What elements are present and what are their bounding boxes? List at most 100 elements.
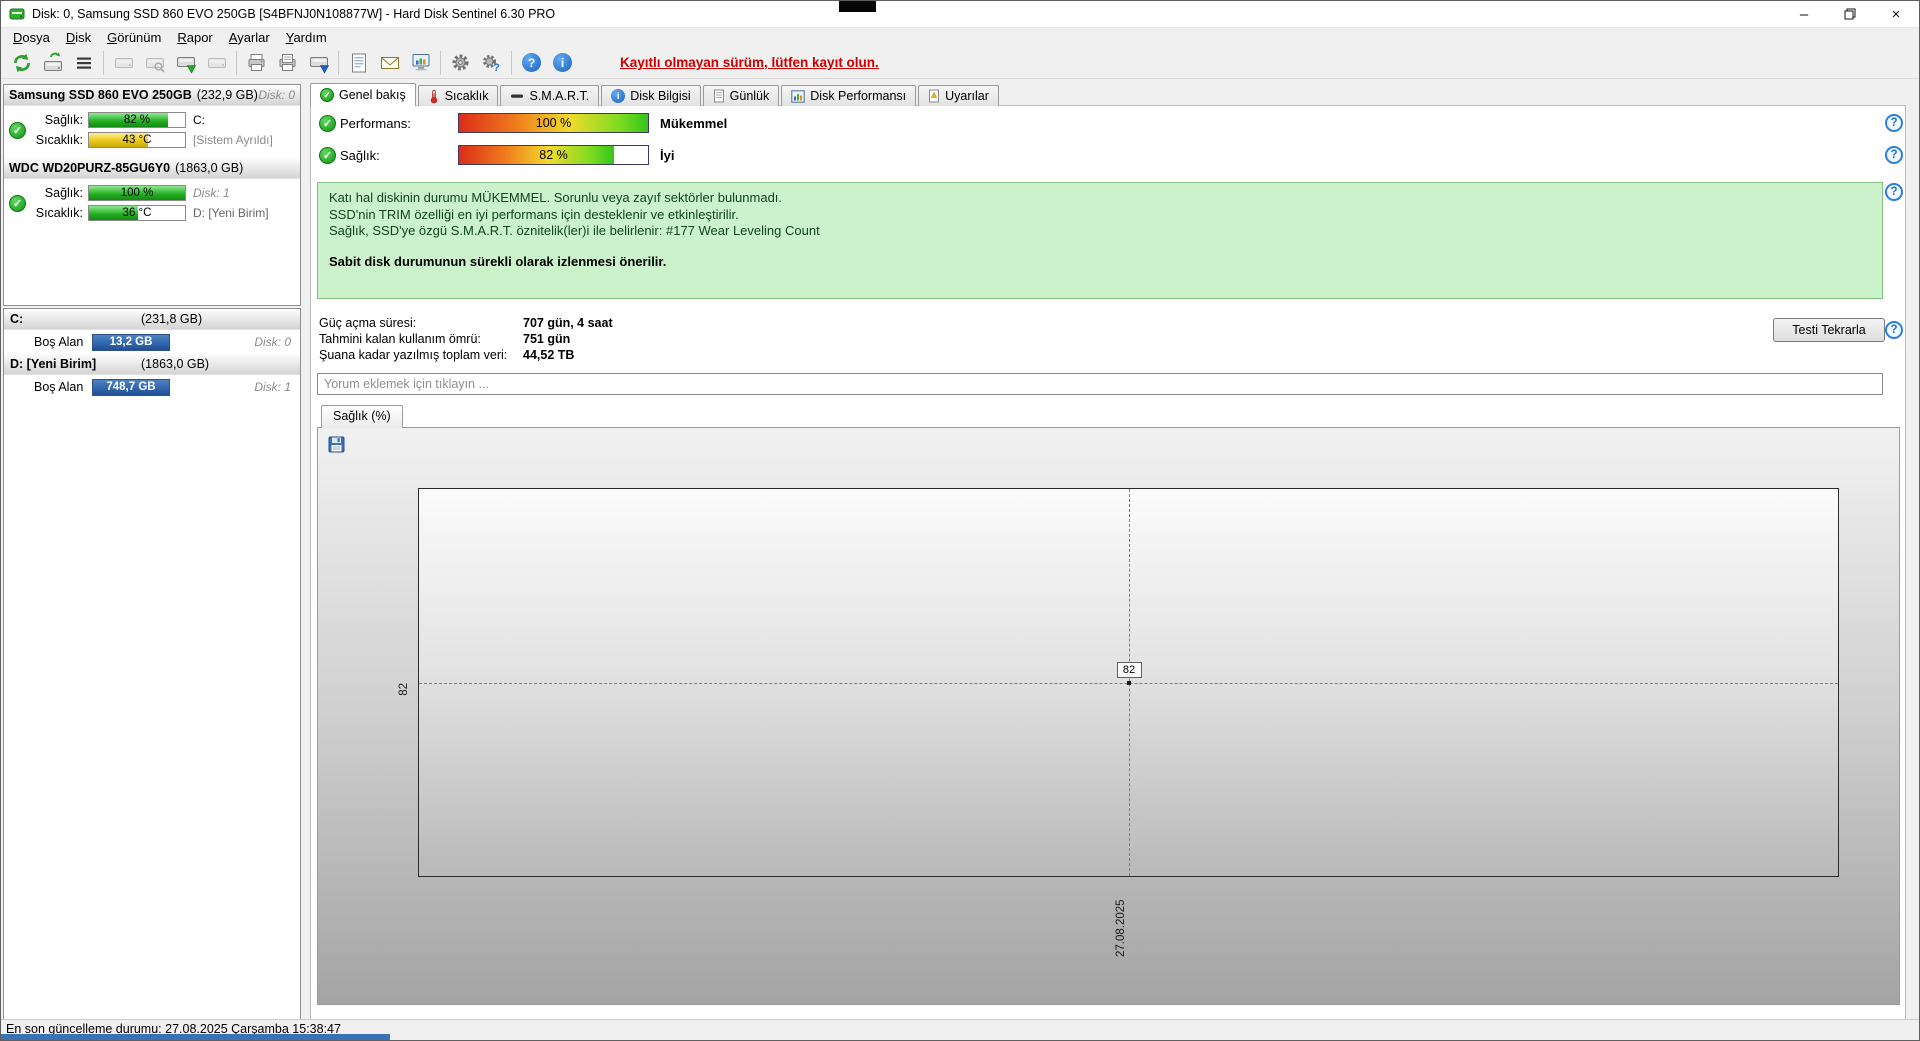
printer-icon[interactable] [241, 49, 272, 77]
drive-arrow-green-icon[interactable] [170, 49, 201, 77]
help-icon[interactable]: ? [1885, 183, 1903, 201]
disk-header[interactable]: WDC WD20PURZ-85GU6Y0 (1863,0 GB) [4, 158, 300, 179]
drive-arrow-blue-icon[interactable] [303, 49, 334, 77]
performance-rating: Mükemmel [660, 115, 728, 131]
minimize-button[interactable]: – [1781, 1, 1827, 27]
menu-gorunum[interactable]: Görünüm [99, 29, 169, 46]
report-icon[interactable] [343, 49, 374, 77]
menu-rapor[interactable]: Rapor [169, 29, 220, 46]
lifetime-stats: Güç açma süresi: 707 gün, 4 saat Tahmini… [319, 315, 613, 363]
health-row: Sağlık: 82 % C: [31, 110, 300, 130]
disk-entry-1[interactable]: WDC WD20PURZ-85GU6Y0 (1863,0 GB) ✓ Sağlı… [4, 158, 300, 231]
help-icon[interactable]: ? [1885, 146, 1903, 164]
register-link[interactable]: Kayıtlı olmayan sürüm, lütfen kayıt olun… [620, 55, 879, 70]
tab-smart[interactable]: S.M.A.R.T. [500, 85, 600, 106]
titlebar[interactable]: Disk: 0, Samsung SSD 860 EVO 250GB [S4BF… [1, 1, 1919, 28]
help-icon[interactable]: ? [516, 49, 547, 77]
partition-entry-0[interactable]: C: (231,8 GB) Boş Alan 13,2 GB Disk: 0 [4, 309, 300, 354]
free-space-label: Boş Alan [34, 335, 84, 349]
drive-icon [108, 49, 139, 77]
health-row: ✓ Sağlık: 82 % İyi [319, 145, 674, 165]
partition-size: (1863,0 GB) [141, 357, 210, 371]
app-window: Disk: 0, Samsung SSD 860 EVO 250GB [S4BF… [0, 0, 1920, 1041]
health-value: 82 % [123, 114, 151, 126]
tab-genel-bakis[interactable]: ✓ Genel bakış [310, 83, 416, 106]
disk-header[interactable]: Samsung SSD 860 EVO 250GB (232,9 GB) Dis… [4, 85, 300, 106]
free-space-row: Boş Alan 748,7 GB Disk: 1 [4, 375, 300, 399]
status-progress-strip [1, 1034, 390, 1040]
x-axis-tick: 27.08.2025 [1115, 899, 1127, 957]
menu-list-icon[interactable] [68, 49, 99, 77]
health-row: Sağlık: 100 % Disk: 1 [31, 183, 300, 203]
partition-header[interactable]: C: (231,8 GB) [4, 309, 300, 330]
tab-label: Sıcaklık [444, 89, 489, 103]
toolbar-separator [103, 50, 104, 75]
tab-label: Günlük [729, 89, 770, 103]
refresh-icon[interactable] [6, 49, 37, 77]
health-rating: İyi [660, 147, 675, 163]
status-ok-icon: ✓ [9, 194, 26, 212]
menu-yardim[interactable]: Yardım [278, 29, 335, 46]
thermometer-icon [430, 89, 437, 103]
tab-uyarilar[interactable]: Uyarılar [918, 85, 999, 106]
performance-chart-icon [791, 89, 805, 103]
health-bar: 82 % [458, 145, 649, 165]
tab-gunluk[interactable]: Günlük [702, 85, 780, 106]
performance-row: ✓ Performans: 100 % Mükemmel [319, 113, 727, 133]
health-history-plot[interactable]: 82 [418, 488, 1839, 877]
free-space-row: Boş Alan 13,2 GB Disk: 0 [4, 330, 300, 354]
y-axis-tick: 82 [398, 682, 410, 696]
temperature-bar: 36 °C [88, 205, 186, 221]
drive-offline-icon [201, 49, 232, 77]
menu-ayarlar[interactable]: Ayarlar [221, 29, 278, 46]
temperature-value: 36 °C [122, 207, 152, 219]
menu-disk[interactable]: Disk [58, 29, 99, 46]
chart-tab-health[interactable]: Sağlık (%) [321, 405, 403, 428]
floppy-save-icon [328, 436, 345, 453]
disk-entry-0[interactable]: Samsung SSD 860 EVO 250GB (232,9 GB) Dis… [4, 85, 300, 158]
free-space-value: 13,2 GB [109, 335, 153, 348]
partition-size: (231,8 GB) [141, 312, 203, 326]
settings-gear-icon[interactable] [445, 49, 476, 77]
disk-id-note: Disk: 1 [193, 186, 230, 200]
toolbar-separator [236, 50, 237, 75]
disk-body: ✓ Sağlık: 82 % C: Sıcaklık: 43 °C [Siste… [4, 106, 300, 158]
disk-size: (1863,0 GB) [175, 161, 244, 175]
temperature-label: Sıcaklık: [35, 133, 83, 147]
free-space-bar: 748,7 GB [92, 378, 170, 396]
help-icon[interactable]: ? [1885, 114, 1903, 132]
free-space-value: 748,7 GB [106, 380, 156, 393]
app-logo-icon [9, 6, 25, 22]
tab-sicaklik[interactable]: Sıcaklık [417, 85, 499, 106]
toolbar: ? ? i Kayıtlı olmayan sürüm, lütfen kayı… [1, 47, 1919, 79]
comment-input[interactable] [317, 373, 1883, 395]
save-chart-button[interactable] [325, 433, 348, 456]
email-icon[interactable] [374, 49, 405, 77]
chart-panel: 82 82 27.08.2025 [317, 427, 1900, 1005]
close-button[interactable]: × [1873, 1, 1919, 27]
help-icon[interactable]: ? [1885, 321, 1903, 339]
menu-dosya[interactable]: Dosya [5, 29, 58, 46]
monitor-icon[interactable] [405, 49, 436, 77]
screen-recording-artifact [839, 1, 876, 12]
performance-label: Performans: [340, 115, 411, 131]
data-point-value: 82 [1116, 661, 1142, 678]
status-ok-icon: ✓ [319, 146, 336, 164]
toolbar-separator [440, 50, 441, 75]
partition-header[interactable]: D: [Yeni Birim] (1863,0 GB) [4, 354, 300, 375]
tab-label: Genel bakış [339, 88, 406, 102]
tab-disk-performansi[interactable]: Disk Performansı [781, 85, 917, 106]
disk-id-note: Disk: 1 [254, 380, 291, 394]
retest-button[interactable]: Testi Tekrarla [1773, 318, 1885, 342]
detect-disks-icon[interactable] [37, 49, 68, 77]
stat-value: 707 gün, 4 saat [523, 316, 613, 330]
restore-button[interactable] [1827, 1, 1873, 27]
gear-help-icon[interactable]: ? [476, 49, 507, 77]
info-icon[interactable]: i [547, 49, 578, 77]
print-report-icon[interactable] [272, 49, 303, 77]
tab-disk-bilgisi[interactable]: i Disk Bilgisi [601, 85, 701, 106]
main-tabstrip: ✓ Genel bakış Sıcaklık S.M.A.R.T. i Disk… [310, 83, 1001, 106]
tab-label: Uyarılar [945, 89, 989, 103]
toolbar-separator [511, 50, 512, 75]
partition-entry-1[interactable]: D: [Yeni Birim] (1863,0 GB) Boş Alan 748… [4, 354, 300, 399]
